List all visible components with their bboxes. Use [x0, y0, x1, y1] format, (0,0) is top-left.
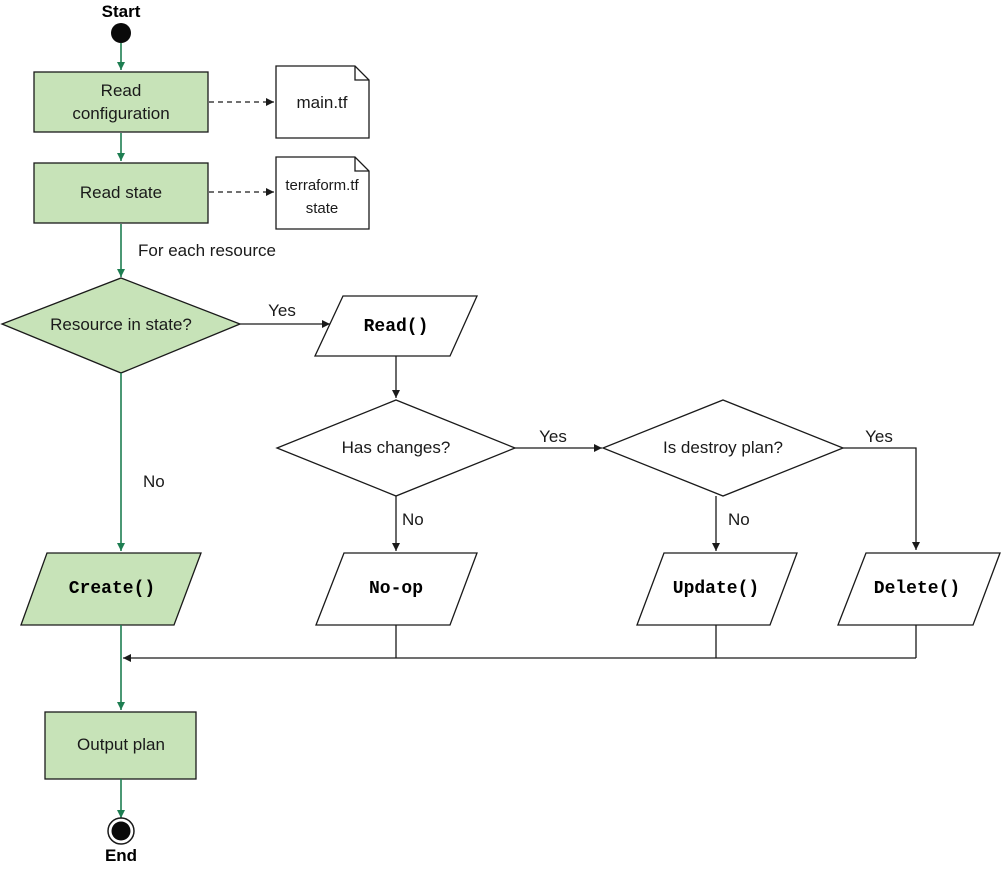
has-changes-label: Has changes? [342, 438, 451, 457]
main-tf-label: main.tf [296, 93, 347, 112]
resource-in-state-label: Resource in state? [50, 315, 192, 334]
update-function-label: Update() [673, 579, 759, 599]
output-plan-label: Output plan [77, 735, 165, 754]
yes-changes-label: Yes [539, 427, 567, 446]
read-configuration-label-2: configuration [72, 104, 169, 123]
tfstate-label-2: state [306, 200, 339, 217]
main-tf-document: main.tf [275, 65, 370, 139]
noop-step: No-op [315, 552, 478, 626]
is-destroy-plan-label: Is destroy plan? [663, 438, 783, 457]
read-function-label: Read() [364, 317, 429, 337]
no-changes-label: No [402, 510, 424, 529]
start-label: Start [102, 2, 141, 21]
tfstate-document: terraform.tf state [275, 156, 370, 230]
read-state-step: Read state [33, 162, 209, 224]
is-destroy-plan-decision: Is destroy plan? [601, 399, 845, 497]
delete-function-step: Delete() [837, 552, 1001, 626]
start-node-icon [111, 23, 131, 43]
read-function-step: Read() [313, 295, 479, 357]
tfstate-label-1: terraform.tf [285, 177, 359, 194]
has-changes-decision: Has changes? [275, 399, 517, 497]
output-plan-step: Output plan [44, 711, 197, 780]
update-function-step: Update() [636, 552, 798, 626]
read-configuration-step: Read configuration [33, 71, 209, 133]
create-function-step: Create() [20, 552, 202, 626]
no-destroy-label: No [728, 510, 750, 529]
yes-resource-label: Yes [268, 301, 296, 320]
terraform-plan-flowchart: Start Read configuration main.tf Read st… [0, 2, 1001, 865]
no-resource-label: No [143, 472, 165, 491]
delete-function-label: Delete() [874, 579, 960, 599]
read-configuration-label-1: Read [101, 81, 142, 100]
create-function-label: Create() [69, 579, 155, 599]
end-label: End [105, 846, 137, 865]
yes-destroy-label: Yes [865, 427, 893, 446]
resource-in-state-decision: Resource in state? [0, 277, 242, 374]
edge-yes-to-delete [843, 447, 920, 550]
end-node-inner-icon [111, 821, 131, 841]
noop-label: No-op [369, 579, 423, 599]
for-each-resource-label: For each resource [138, 241, 276, 260]
read-state-label: Read state [80, 183, 162, 202]
